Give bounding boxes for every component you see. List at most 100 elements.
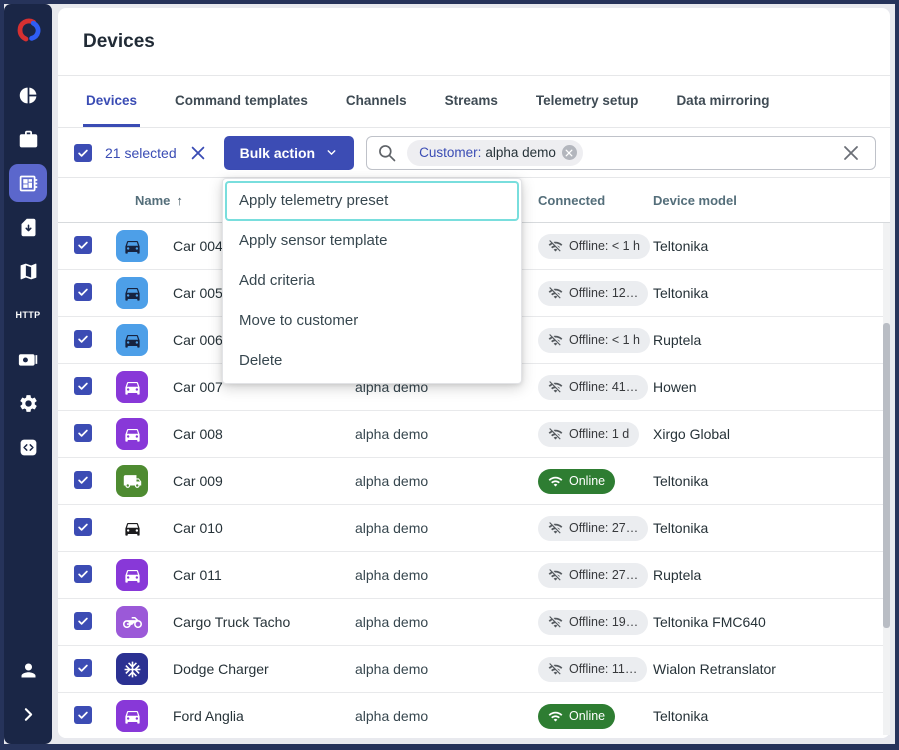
device-name: Cargo Truck Tacho — [156, 614, 355, 630]
check-icon — [76, 379, 90, 393]
sidebar-item-http[interactable]: HTTP — [4, 293, 52, 337]
table-row[interactable]: Ford Anglia alpha demo Online Teltonika — [58, 693, 890, 738]
connection-cell: Offline: 19… — [538, 610, 653, 635]
row-checkbox[interactable] — [74, 236, 92, 254]
bulk-menu-item-add-criteria[interactable]: Add criteria — [223, 261, 521, 301]
connection-cell: Offline: 11… — [538, 657, 653, 682]
device-model: Howen — [653, 379, 890, 395]
sidebar: HTTP — [4, 4, 52, 744]
media-card-icon — [18, 349, 39, 370]
connection-status-badge: Online — [538, 469, 615, 494]
device-customer: alpha demo — [355, 520, 538, 536]
device-icon-cell — [116, 324, 156, 356]
search-clear-button[interactable] — [841, 143, 861, 163]
row-checkbox-cell — [58, 565, 116, 586]
row-checkbox[interactable] — [74, 283, 92, 301]
column-header-connected[interactable]: Connected — [538, 193, 653, 208]
row-checkbox[interactable] — [74, 471, 92, 489]
search-input[interactable]: Customer: alpha demo — [366, 136, 876, 170]
row-checkbox-cell — [58, 330, 116, 351]
tab-streams[interactable]: Streams — [442, 76, 501, 127]
table-row[interactable]: Dodge Charger alpha demo Offline: 11… Wi… — [58, 646, 890, 693]
select-all-checkbox[interactable] — [74, 144, 92, 162]
tab-command-templates[interactable]: Command templates — [172, 76, 311, 127]
connection-status-label: Offline: 12… — [569, 286, 638, 300]
device-name: Car 011 — [156, 567, 355, 583]
wifi-off-icon — [548, 615, 563, 630]
device-icon-cell — [116, 606, 156, 638]
snowflake-icon — [116, 653, 148, 685]
sidebar-expand-button[interactable] — [4, 692, 52, 736]
row-checkbox[interactable] — [74, 706, 92, 724]
device-icon-cell — [116, 559, 156, 591]
gear-icon — [18, 393, 39, 414]
chip-value: alpha demo — [485, 145, 556, 160]
page-header: Devices — [58, 8, 890, 76]
connection-cell: Offline: 27… — [538, 516, 653, 541]
sidebar-item-integrations[interactable] — [4, 425, 52, 469]
row-checkbox[interactable] — [74, 659, 92, 677]
row-checkbox[interactable] — [74, 565, 92, 583]
chip-remove-button[interactable] — [562, 145, 577, 160]
tab-data-mirroring[interactable]: Data mirroring — [673, 76, 772, 127]
page-title: Devices — [83, 31, 155, 53]
row-checkbox[interactable] — [74, 330, 92, 348]
sidebar-item-devices[interactable] — [4, 161, 52, 205]
device-model: Ruptela — [653, 332, 890, 348]
device-model: Wialon Retranslator — [653, 661, 890, 677]
column-header-device-model[interactable]: Device model — [653, 193, 890, 208]
row-checkbox[interactable] — [74, 518, 92, 536]
device-model: Xirgo Global — [653, 426, 890, 442]
table-row[interactable]: Car 009 alpha demo Online Teltonika — [58, 458, 890, 505]
name-header-label: Name — [135, 193, 170, 208]
sidebar-item-geofences[interactable] — [4, 249, 52, 293]
tab-channels[interactable]: Channels — [343, 76, 410, 127]
code-box-icon — [18, 437, 39, 458]
device-customer: alpha demo — [355, 426, 538, 442]
check-icon — [76, 332, 90, 346]
row-checkbox[interactable] — [74, 424, 92, 442]
sidebar-icons: HTTP — [4, 73, 52, 469]
selection-bar: 21 selected Bulk action Customer: alpha … — [58, 128, 890, 178]
wifi-off-icon — [548, 521, 563, 536]
connection-status-label: Offline: < 1 h — [569, 333, 640, 347]
sidebar-item-settings[interactable] — [4, 381, 52, 425]
check-icon — [76, 146, 90, 160]
row-checkbox-cell — [58, 706, 116, 727]
device-name: Car 009 — [156, 473, 355, 489]
bulk-menu-item-apply-telemetry-preset[interactable]: Apply telemetry preset — [225, 181, 519, 221]
wifi-off-icon — [548, 662, 563, 677]
vertical-scrollbar-thumb[interactable] — [883, 323, 890, 628]
sort-ascending-icon: ↑ — [176, 193, 183, 208]
sidebar-item-account[interactable] — [4, 648, 52, 692]
bulk-menu-item-delete[interactable]: Delete — [223, 341, 521, 381]
table-row[interactable]: Car 011 alpha demo Offline: 27… Ruptela — [58, 552, 890, 599]
bulk-action-button[interactable]: Bulk action — [224, 136, 354, 170]
wifi-off-icon — [548, 380, 563, 395]
map-icon — [18, 261, 39, 282]
app-logo[interactable] — [12, 15, 44, 47]
device-model: Teltonika — [653, 473, 890, 489]
search-filter-chip[interactable]: Customer: alpha demo — [407, 140, 583, 166]
bulk-menu-item-apply-sensor-template[interactable]: Apply sensor template — [223, 221, 521, 261]
chevron-down-icon — [325, 146, 338, 159]
table-row[interactable]: Car 010 alpha demo Offline: 27… Teltonik… — [58, 505, 890, 552]
row-checkbox[interactable] — [74, 612, 92, 630]
device-customer: alpha demo — [355, 614, 538, 630]
tab-telemetry-setup[interactable]: Telemetry setup — [533, 76, 642, 127]
connection-cell: Online — [538, 469, 653, 494]
sidebar-item-sim-cards[interactable] — [4, 205, 52, 249]
bulk-menu-item-move-to-customer[interactable]: Move to customer — [223, 301, 521, 341]
device-icon-cell — [116, 465, 156, 497]
car-icon — [116, 324, 148, 356]
device-model: Teltonika FMC640 — [653, 614, 890, 630]
sidebar-item-media[interactable] — [4, 337, 52, 381]
sidebar-item-dashboard[interactable] — [4, 73, 52, 117]
table-row[interactable]: Cargo Truck Tacho alpha demo Offline: 19… — [58, 599, 890, 646]
table-row[interactable]: Car 008 alpha demo Offline: 1 d Xirgo Gl… — [58, 411, 890, 458]
row-checkbox[interactable] — [74, 377, 92, 395]
clear-selection-button[interactable] — [189, 144, 207, 162]
tab-devices[interactable]: Devices — [83, 76, 140, 127]
car-icon — [116, 230, 148, 262]
sidebar-item-workspace[interactable] — [4, 117, 52, 161]
